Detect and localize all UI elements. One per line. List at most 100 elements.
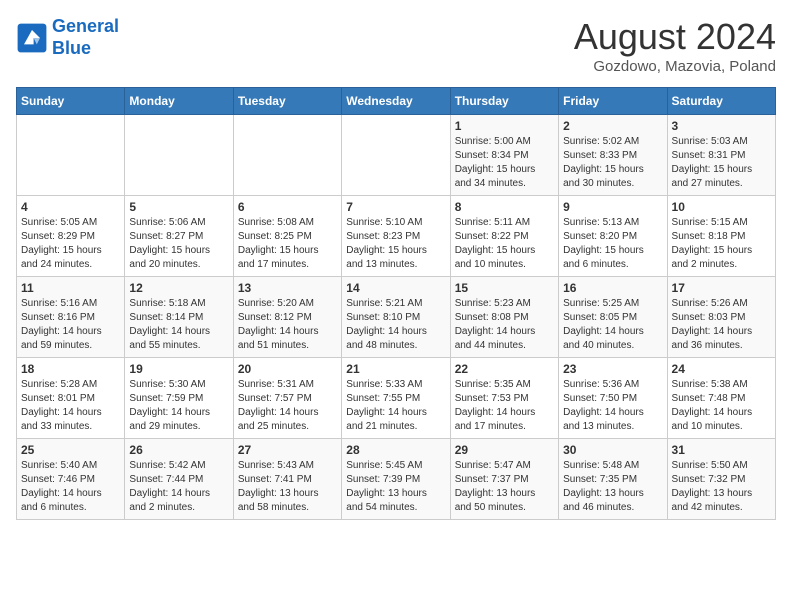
page-header: General Blue August 2024 Gozdowo, Mazovi… — [16, 16, 776, 75]
day-number: 3 — [672, 119, 771, 133]
weekday-header-row: SundayMondayTuesdayWednesdayThursdayFrid… — [17, 88, 776, 115]
weekday-header: Monday — [125, 88, 233, 115]
day-info: Sunrise: 5:36 AMSunset: 7:50 PMDaylight:… — [563, 378, 662, 434]
title-area: August 2024 Gozdowo, Mazovia, Poland — [574, 16, 776, 75]
logo-icon — [16, 22, 48, 54]
logo-text: General Blue — [52, 16, 119, 59]
day-info: Sunrise: 5:30 AMSunset: 7:59 PMDaylight:… — [129, 378, 228, 434]
calendar-cell — [125, 115, 233, 196]
day-number: 21 — [346, 362, 445, 376]
day-info: Sunrise: 5:15 AMSunset: 8:18 PMDaylight:… — [672, 216, 771, 272]
day-info: Sunrise: 5:45 AMSunset: 7:39 PMDaylight:… — [346, 459, 445, 515]
day-number: 10 — [672, 200, 771, 214]
day-info: Sunrise: 5:02 AMSunset: 8:33 PMDaylight:… — [563, 135, 662, 191]
day-number: 25 — [21, 443, 120, 457]
calendar-table: SundayMondayTuesdayWednesdayThursdayFrid… — [16, 87, 776, 520]
day-number: 26 — [129, 443, 228, 457]
calendar-week-row: 25 Sunrise: 5:40 AMSunset: 7:46 PMDayligh… — [17, 439, 776, 520]
weekday-header: Friday — [559, 88, 667, 115]
calendar-cell: 17 Sunrise: 5:26 AMSunset: 8:03 PMDayligh… — [667, 277, 775, 358]
day-number: 7 — [346, 200, 445, 214]
calendar-cell: 31Sunrise: 5:50 AMSunset: 7:32 PMDayligh… — [667, 439, 775, 520]
calendar-cell: 10 Sunrise: 5:15 AMSunset: 8:18 PMDayligh… — [667, 196, 775, 277]
calendar-cell — [233, 115, 341, 196]
calendar-week-row: 4 Sunrise: 5:05 AMSunset: 8:29 PMDaylight… — [17, 196, 776, 277]
calendar-cell: 12 Sunrise: 5:18 AMSunset: 8:14 PMDayligh… — [125, 277, 233, 358]
day-number: 8 — [455, 200, 554, 214]
day-info: Sunrise: 5:08 AMSunset: 8:25 PMDaylight:… — [238, 216, 337, 272]
calendar-cell: 29 Sunrise: 5:47 AMSunset: 7:37 PMDayligh… — [450, 439, 558, 520]
calendar-cell: 15 Sunrise: 5:23 AMSunset: 8:08 PMDayligh… — [450, 277, 558, 358]
calendar-cell: 30 Sunrise: 5:48 AMSunset: 7:35 PMDayligh… — [559, 439, 667, 520]
day-number: 15 — [455, 281, 554, 295]
calendar-cell: 8 Sunrise: 5:11 AMSunset: 8:22 PMDaylight… — [450, 196, 558, 277]
calendar-week-row: 18Sunrise: 5:28 AMSunset: 8:01 PMDayligh… — [17, 358, 776, 439]
logo: General Blue — [16, 16, 119, 59]
calendar-cell: 16Sunrise: 5:25 AMSunset: 8:05 PMDayligh… — [559, 277, 667, 358]
day-info: Sunrise: 5:11 AMSunset: 8:22 PMDaylight:… — [455, 216, 554, 272]
day-info: Sunrise: 5:33 AMSunset: 7:55 PMDaylight:… — [346, 378, 445, 434]
day-info: Sunrise: 5:48 AMSunset: 7:35 PMDaylight:… — [563, 459, 662, 515]
day-number: 9 — [563, 200, 662, 214]
day-number: 1 — [455, 119, 554, 133]
calendar-cell: 7Sunrise: 5:10 AMSunset: 8:23 PMDaylight… — [342, 196, 450, 277]
calendar-cell: 3 Sunrise: 5:03 AMSunset: 8:31 PMDaylight… — [667, 115, 775, 196]
calendar-week-row: 11Sunrise: 5:16 AMSunset: 8:16 PMDayligh… — [17, 277, 776, 358]
day-number: 31 — [672, 443, 771, 457]
day-number: 11 — [21, 281, 120, 295]
day-number: 14 — [346, 281, 445, 295]
calendar-cell: 21 Sunrise: 5:33 AMSunset: 7:55 PMDayligh… — [342, 358, 450, 439]
weekday-header: Saturday — [667, 88, 775, 115]
day-number: 17 — [672, 281, 771, 295]
day-info: Sunrise: 5:43 AMSunset: 7:41 PMDaylight:… — [238, 459, 337, 515]
calendar-cell: 2 Sunrise: 5:02 AMSunset: 8:33 PMDaylight… — [559, 115, 667, 196]
calendar-cell: 26Sunrise: 5:42 AMSunset: 7:44 PMDayligh… — [125, 439, 233, 520]
day-info: Sunrise: 5:31 AMSunset: 7:57 PMDaylight:… — [238, 378, 337, 434]
location: Gozdowo, Mazovia, Poland — [574, 58, 776, 75]
day-info: Sunrise: 5:00 AMSunset: 8:34 PMDaylight:… — [455, 135, 554, 191]
day-number: 30 — [563, 443, 662, 457]
day-info: Sunrise: 5:47 AMSunset: 7:37 PMDaylight:… — [455, 459, 554, 515]
calendar-cell: 11Sunrise: 5:16 AMSunset: 8:16 PMDayligh… — [17, 277, 125, 358]
calendar-cell: 18Sunrise: 5:28 AMSunset: 8:01 PMDayligh… — [17, 358, 125, 439]
calendar-cell: 13Sunrise: 5:20 AMSunset: 8:12 PMDayligh… — [233, 277, 341, 358]
calendar-cell: 25 Sunrise: 5:40 AMSunset: 7:46 PMDayligh… — [17, 439, 125, 520]
day-info: Sunrise: 5:05 AMSunset: 8:29 PMDaylight:… — [21, 216, 120, 272]
day-number: 4 — [21, 200, 120, 214]
weekday-header: Thursday — [450, 88, 558, 115]
weekday-header: Sunday — [17, 88, 125, 115]
day-number: 23 — [563, 362, 662, 376]
day-number: 20 — [238, 362, 337, 376]
calendar-cell: 28 Sunrise: 5:45 AMSunset: 7:39 PMDayligh… — [342, 439, 450, 520]
day-number: 5 — [129, 200, 228, 214]
calendar-cell — [17, 115, 125, 196]
weekday-header: Wednesday — [342, 88, 450, 115]
calendar-cell — [342, 115, 450, 196]
month-title: August 2024 — [574, 16, 776, 58]
day-number: 19 — [129, 362, 228, 376]
day-info: Sunrise: 5:21 AMSunset: 8:10 PMDaylight:… — [346, 297, 445, 353]
day-number: 27 — [238, 443, 337, 457]
calendar-cell: 19 Sunrise: 5:30 AMSunset: 7:59 PMDayligh… — [125, 358, 233, 439]
day-number: 29 — [455, 443, 554, 457]
day-info: Sunrise: 5:18 AMSunset: 8:14 PMDaylight:… — [129, 297, 228, 353]
day-info: Sunrise: 5:26 AMSunset: 8:03 PMDaylight:… — [672, 297, 771, 353]
day-info: Sunrise: 5:40 AMSunset: 7:46 PMDaylight:… — [21, 459, 120, 515]
day-info: Sunrise: 5:13 AMSunset: 8:20 PMDaylight:… — [563, 216, 662, 272]
calendar-cell: 9 Sunrise: 5:13 AMSunset: 8:20 PMDaylight… — [559, 196, 667, 277]
day-number: 24 — [672, 362, 771, 376]
calendar-cell: 14 Sunrise: 5:21 AMSunset: 8:10 PMDayligh… — [342, 277, 450, 358]
calendar-cell: 23 Sunrise: 5:36 AMSunset: 7:50 PMDayligh… — [559, 358, 667, 439]
day-number: 6 — [238, 200, 337, 214]
day-number: 16 — [563, 281, 662, 295]
day-info: Sunrise: 5:38 AMSunset: 7:48 PMDaylight:… — [672, 378, 771, 434]
day-info: Sunrise: 5:06 AMSunset: 8:27 PMDaylight:… — [129, 216, 228, 272]
day-info: Sunrise: 5:03 AMSunset: 8:31 PMDaylight:… — [672, 135, 771, 191]
day-info: Sunrise: 5:28 AMSunset: 8:01 PMDaylight:… — [21, 378, 120, 434]
day-number: 28 — [346, 443, 445, 457]
day-number: 2 — [563, 119, 662, 133]
day-info: Sunrise: 5:23 AMSunset: 8:08 PMDaylight:… — [455, 297, 554, 353]
calendar-cell: 6 Sunrise: 5:08 AMSunset: 8:25 PMDaylight… — [233, 196, 341, 277]
day-number: 12 — [129, 281, 228, 295]
calendar-cell: 20 Sunrise: 5:31 AMSunset: 7:57 PMDayligh… — [233, 358, 341, 439]
